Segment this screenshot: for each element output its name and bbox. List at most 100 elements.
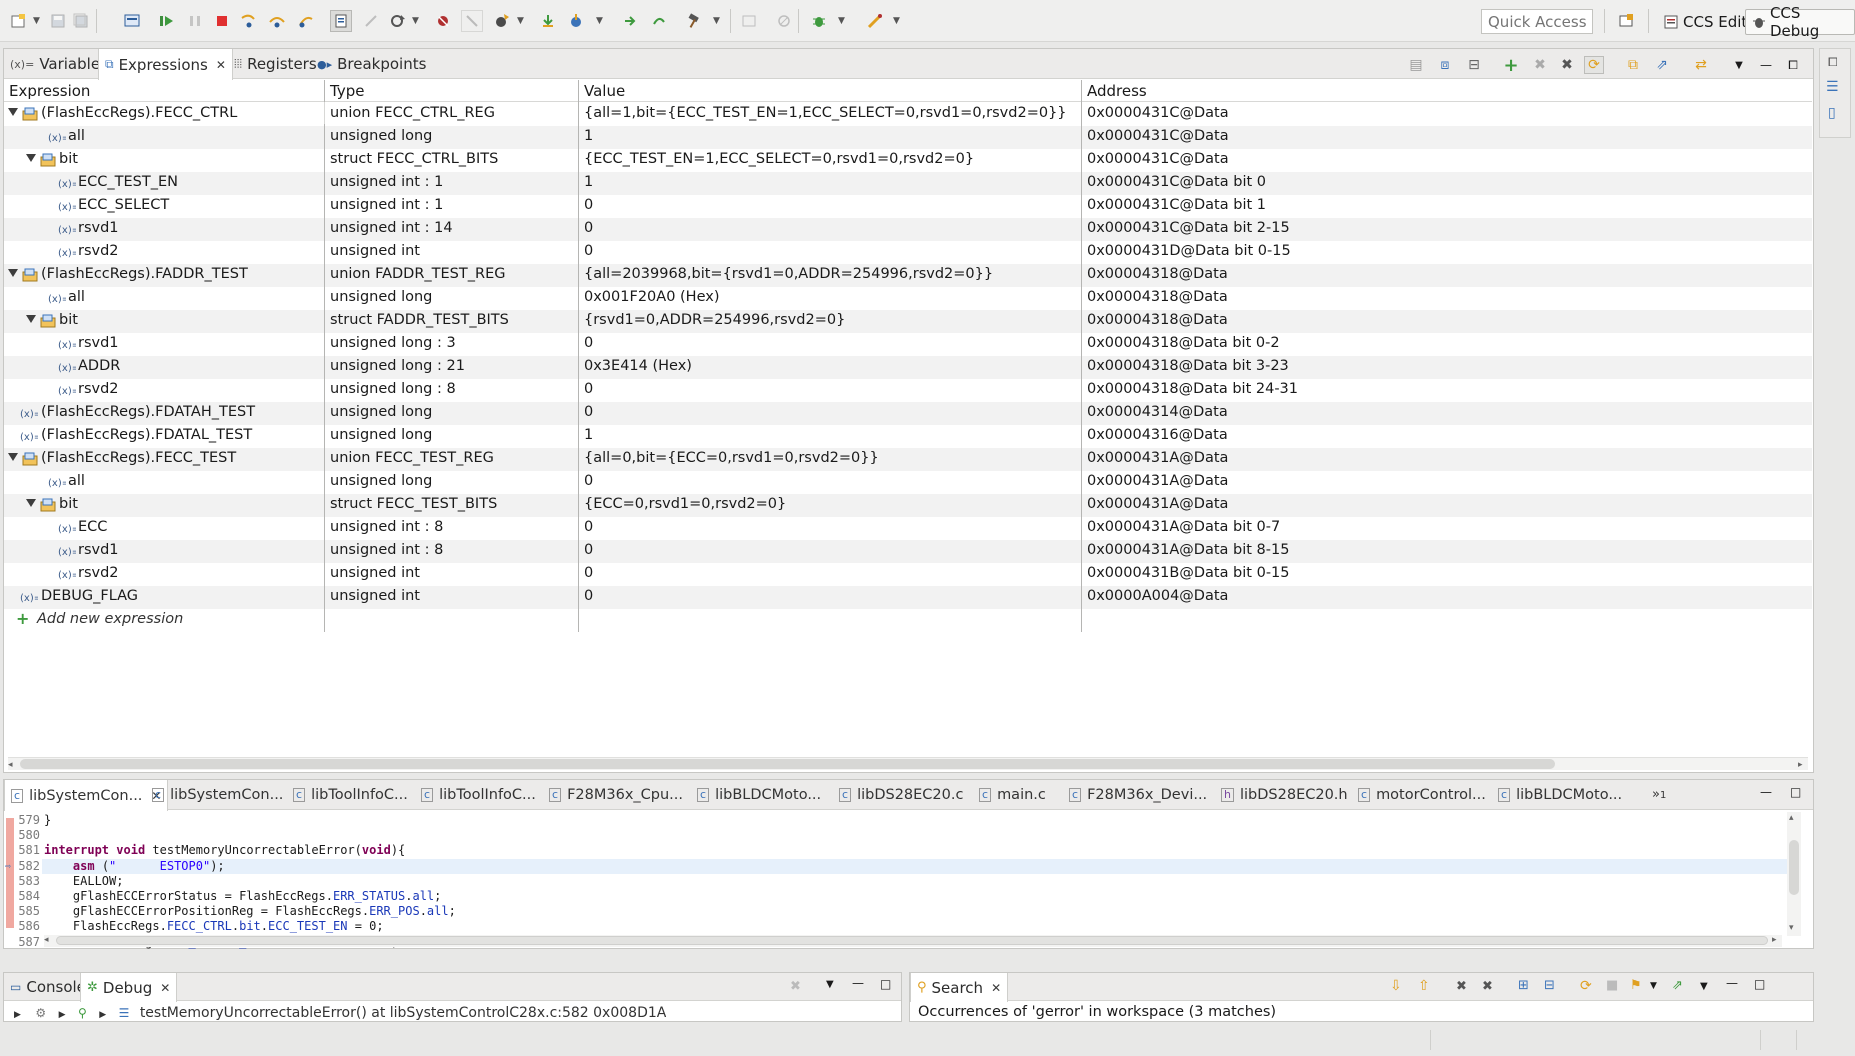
expression-value[interactable]: 0 [584, 197, 593, 213]
debug-bug-icon[interactable] [808, 10, 830, 32]
expression-value[interactable]: 0 [584, 220, 593, 236]
outline-view-icon[interactable]: ☰ [1826, 79, 1839, 95]
code-line[interactable]: 584 gFlashECCErrorStatus = FlashEccRegs.… [4, 889, 1784, 904]
scrollbar-thumb[interactable] [20, 759, 1555, 769]
scroll-right-icon[interactable]: ▸ [1798, 760, 1803, 770]
new-view-icon[interactable]: ⧉ [1623, 56, 1643, 74]
code-line[interactable]: 580 [4, 828, 1784, 843]
overflow-tabs[interactable]: »1 [1652, 787, 1666, 802]
next-match-icon[interactable]: ⇩ [1390, 978, 1402, 994]
new-dropdown-icon[interactable]: ▼ [33, 16, 40, 26]
scroll-down-icon[interactable]: ▾ [1789, 923, 1794, 933]
expression-value[interactable]: 0 [584, 335, 593, 351]
expand-icon[interactable]: ▶ [59, 1010, 66, 1020]
assembly-step-icon[interactable] [330, 10, 352, 32]
minimize-icon[interactable]: — [1726, 976, 1738, 990]
table-row[interactable]: (x)= rsvd1 unsigned int : 14 0 0x0000431C@Da… [4, 218, 1812, 241]
add-new-expression-row[interactable]: + Add new expression [4, 609, 1812, 632]
expression-value[interactable]: 0 [584, 542, 593, 558]
editor-tab[interactable]: c libSystemCon... [152, 780, 283, 810]
restart-icon[interactable] [387, 10, 409, 32]
maximize-icon[interactable]: □ [1754, 977, 1765, 991]
expression-value[interactable]: 0x3E414 (Hex) [584, 358, 692, 374]
table-row[interactable]: (FlashEccRegs).FADDR_TEST union FADDR_TES… [4, 264, 1812, 287]
editor-horizontal-scrollbar[interactable]: ◂ ▸ [44, 935, 1782, 947]
view-menu-icon[interactable]: ▼ [1729, 56, 1749, 74]
editor-tab[interactable]: c libToolInfoC... [421, 780, 536, 810]
editor-tab[interactable]: h libDS28EC20.h [1221, 780, 1348, 810]
table-row[interactable]: (x)= (FlashEccRegs).FDATAL_TEST unsigned l… [4, 425, 1812, 448]
open-perspective-icon[interactable] [1615, 10, 1637, 32]
expand-toggle-icon[interactable] [26, 315, 36, 323]
cancel-search-icon[interactable]: ■ [1606, 978, 1618, 993]
tab-expressions[interactable]: ⧉ Expressions ✕ [98, 49, 233, 80]
search-history-dropdown-icon[interactable]: ▼ [1650, 981, 1657, 991]
minimize-icon[interactable]: — [1756, 56, 1776, 74]
editor-tab[interactable]: c F28M36x_Cpu... [549, 780, 683, 810]
refresh-icon[interactable]: ⇄ [1691, 56, 1711, 74]
expression-value[interactable]: {all=2039968,bit={rsvd1=0,ADDR=254996,rs… [584, 266, 993, 282]
horizontal-scrollbar[interactable]: ◂ ▸ [8, 757, 1808, 770]
close-icon[interactable]: ✕ [216, 58, 226, 72]
perspective-ccs-edit[interactable]: CCS Edit [1658, 9, 1752, 35]
editor-tab[interactable]: c libBLDCMoto... [697, 780, 821, 810]
step-into-icon[interactable] [238, 10, 260, 32]
search-history-icon[interactable]: ⚑ [1630, 978, 1642, 993]
expression-value[interactable]: 0x001F20A0 (Hex) [584, 289, 720, 305]
expression-value[interactable]: {ECC_TEST_EN=1,ECC_SELECT=0,rsvd1=0,rsvd… [584, 151, 974, 167]
editor-tab[interactable]: c libSystemCon... ✕ [4, 780, 169, 811]
table-row[interactable]: (FlashEccRegs).FECC_TEST union FECC_TEST_… [4, 448, 1812, 471]
tab-console[interactable]: ▭ Console [4, 973, 92, 1001]
tab-debug[interactable]: ✲ Debug ✕ [80, 973, 178, 1002]
remove-match-icon[interactable]: ✖ [1456, 979, 1467, 994]
editor-tab[interactable]: c main.c [979, 780, 1046, 810]
external-tools-icon[interactable] [864, 10, 886, 32]
expand-all-icon[interactable]: ⊞ [1518, 978, 1529, 993]
expand-icon[interactable]: ▶ [14, 1010, 21, 1020]
table-row[interactable]: (x)= rsvd2 unsigned int 0 0x0000431B@Data bi… [4, 563, 1812, 586]
disable-icon[interactable] [773, 10, 795, 32]
table-row[interactable]: (x)= all unsigned long 0x001F20A0 (Hex) 0x00… [4, 287, 1812, 310]
debug-dropdown-icon[interactable]: ▼ [838, 16, 845, 26]
expression-value[interactable]: 1 [584, 128, 593, 144]
column-header-address[interactable]: Address [1087, 82, 1147, 100]
continuous-refresh-icon[interactable]: ⟳ [1584, 56, 1604, 74]
reset-dropdown-icon[interactable]: ▼ [596, 16, 603, 26]
code-line[interactable]: 585 gFlashECCErrorPositionReg = FlashEcc… [4, 904, 1784, 919]
minimize-icon[interactable]: — [1760, 785, 1772, 799]
code-line[interactable]: ⇨ 582 asm (" ESTOP0"); [5, 858, 1787, 874]
table-row[interactable]: (x)= ECC_SELECT unsigned int : 1 0 0x0000431… [4, 195, 1812, 218]
minimize-icon[interactable]: — [852, 976, 864, 990]
expand-toggle-icon[interactable] [26, 154, 36, 162]
expression-value[interactable]: 1 [584, 174, 593, 190]
table-row[interactable]: (x)= (FlashEccRegs).FDATAH_TEST unsigned l… [4, 402, 1812, 425]
collapse-all-icon[interactable]: ⊟ [1464, 56, 1484, 74]
scrollbar-thumb[interactable] [1789, 840, 1799, 895]
step-return-icon[interactable] [295, 10, 317, 32]
skip-breakpoints-icon[interactable] [461, 10, 483, 32]
expression-value[interactable]: 0 [584, 519, 593, 535]
editor-tab[interactable]: c F28M36x_Devi... [1069, 780, 1207, 810]
expand-toggle-icon[interactable] [8, 269, 18, 277]
table-row[interactable]: (x)= rsvd2 unsigned long : 8 0 0x00004318@Da… [4, 379, 1812, 402]
debug-window-icon[interactable] [121, 10, 143, 32]
pin-view-icon[interactable]: ⇗ [1672, 978, 1683, 993]
vertical-scrollbar[interactable]: ▴ ▾ [1787, 812, 1801, 936]
restore-icon[interactable]: ⧠ [1828, 55, 1838, 70]
build-dropdown-icon[interactable]: ▼ [713, 16, 720, 26]
expression-value[interactable]: 1 [584, 427, 593, 443]
view-menu-icon[interactable]: ▼ [1700, 981, 1708, 992]
previous-match-icon[interactable]: ⇧ [1418, 978, 1430, 994]
new-file-icon[interactable] [8, 10, 30, 32]
remove-launches-icon[interactable]: ✖ [790, 979, 801, 994]
editor-tab[interactable]: c motorControl... [1358, 780, 1486, 810]
breakpoint-dropdown-icon[interactable]: ▼ [517, 16, 524, 26]
add-new-expression-label[interactable]: Add new expression [37, 611, 183, 627]
table-row[interactable]: (x)= rsvd1 unsigned long : 3 0 0x00004318@Da… [4, 333, 1812, 356]
save-icon[interactable] [47, 10, 69, 32]
expression-value[interactable]: 0 [584, 404, 593, 420]
table-row[interactable]: (x)= ADDR unsigned long : 21 0x3E414 (Hex) 0… [4, 356, 1812, 379]
expand-toggle-icon[interactable] [26, 499, 36, 507]
close-icon[interactable]: ✕ [160, 981, 170, 995]
run-search-again-icon[interactable]: ⟳ [1580, 978, 1592, 994]
